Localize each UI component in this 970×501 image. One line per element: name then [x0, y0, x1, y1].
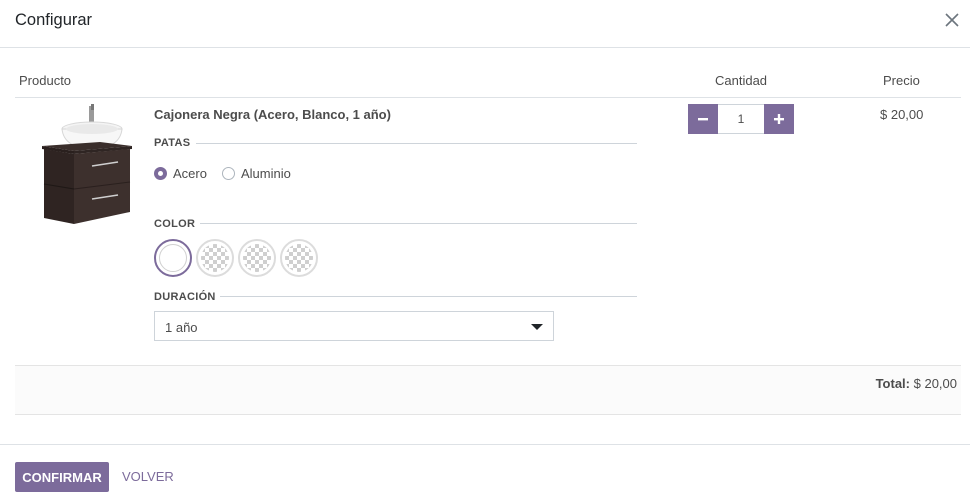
total-amount: Total: $ 20,00: [876, 376, 957, 391]
swatch-fill: [243, 244, 271, 272]
product-image: [42, 104, 132, 224]
color-swatch-white[interactable]: [154, 239, 192, 277]
swatch-fill: [201, 244, 229, 272]
color-swatch-4[interactable]: [280, 239, 318, 277]
minus-icon: [698, 118, 708, 121]
divider: [196, 143, 637, 144]
divider: [200, 223, 637, 224]
attribute-title-duration: DURACIÓN: [154, 291, 216, 303]
column-header-quantity: Cantidad: [715, 73, 768, 88]
plus-icon: [774, 114, 784, 124]
product-price: $ 20,00: [880, 107, 924, 122]
close-button[interactable]: [942, 10, 962, 30]
total-value: $ 20,00: [913, 376, 957, 391]
radio-unchecked-icon[interactable]: [222, 167, 235, 180]
quantity-input[interactable]: 1: [718, 104, 764, 134]
table-header: Producto Cantidad Precio: [15, 60, 961, 98]
column-header-product: Producto: [19, 73, 72, 88]
decrease-quantity-button[interactable]: [688, 104, 718, 134]
radio-label-aluminio: Aluminio: [241, 166, 291, 181]
attribute-title-legs: PATAS: [154, 137, 191, 149]
radio-label-acero: Acero: [173, 166, 207, 181]
product-name: Cajonera Negra (Acero, Blanco, 1 año): [154, 107, 391, 122]
total-label: Total:: [875, 376, 910, 391]
attribute-title-color: COLOR: [154, 218, 196, 230]
color-swatch-2[interactable]: [196, 239, 234, 277]
swatch-fill: [285, 244, 313, 272]
column-header-price: Precio: [883, 73, 920, 88]
back-button[interactable]: VOLVER: [122, 469, 174, 484]
confirm-button[interactable]: CONFIRMAR: [15, 462, 109, 492]
divider: [220, 296, 637, 297]
quantity-stepper[interactable]: 1: [688, 104, 794, 134]
close-icon: [945, 13, 959, 27]
radio-option-aluminio[interactable]: Aluminio: [222, 166, 291, 181]
modal-header: Configurar: [0, 0, 970, 48]
chevron-down-icon: [531, 324, 543, 330]
swatch-fill: [159, 244, 187, 272]
color-swatch-3[interactable]: [238, 239, 276, 277]
radio-checked-icon[interactable]: [154, 167, 167, 180]
dialog-title: Configurar: [15, 11, 93, 29]
duration-select-value: 1 año: [165, 320, 198, 335]
duration-select[interactable]: 1 año: [154, 311, 554, 341]
increase-quantity-button[interactable]: [764, 104, 794, 134]
radio-option-acero[interactable]: Acero: [154, 166, 207, 181]
modal-footer: CONFIRMAR VOLVER: [0, 444, 970, 501]
total-row: Total: $ 20,00: [15, 365, 961, 415]
